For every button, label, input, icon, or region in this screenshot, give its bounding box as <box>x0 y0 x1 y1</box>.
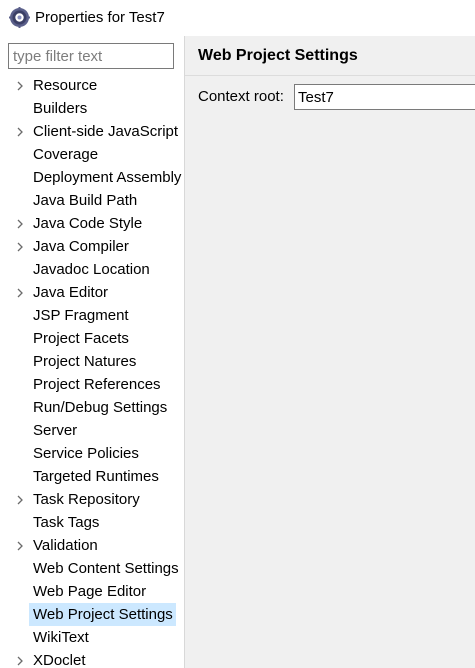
tree-item-project-facets[interactable]: Project Facets <box>0 327 184 350</box>
tree-item-label: Client-side JavaScript <box>33 123 179 140</box>
tree-item-label: Java Code Style <box>33 215 143 232</box>
tree-item-java-build-path[interactable]: Java Build Path <box>0 189 184 212</box>
tree-item-coverage[interactable]: Coverage <box>0 143 184 166</box>
page-header: Web Project Settings <box>185 36 475 76</box>
chevron-right-icon[interactable] <box>15 288 25 298</box>
tree-item-web-page-editor[interactable]: Web Page Editor <box>0 580 184 603</box>
filter-input[interactable] <box>8 43 174 69</box>
tree-item-label: Targeted Runtimes <box>33 468 159 485</box>
tree-item-label-area: Task Tags <box>29 511 176 534</box>
tree-item-web-content-settings[interactable]: Web Content Settings <box>0 557 184 580</box>
tree-item-label-area: XDoclet <box>29 649 176 668</box>
tree-item-label-area: Project Facets <box>29 327 176 350</box>
tree-item-xdoclet[interactable]: XDoclet <box>0 649 184 668</box>
tree-item-label-area: Web Content Settings <box>29 557 179 580</box>
tree-item-label-area: Builders <box>29 97 176 120</box>
tree-item-label: Web Page Editor <box>33 583 147 600</box>
tree-item-label: Coverage <box>33 146 99 163</box>
tree-item-label-area: Project References <box>29 373 176 396</box>
tree-item-label-area: Web Page Editor <box>29 580 176 603</box>
tree-item-label: Task Repository <box>33 491 140 508</box>
tree-item-label: Project Facets <box>33 330 129 347</box>
tree-item-label: Service Policies <box>33 445 139 462</box>
tree-item-label-area: JSP Fragment <box>29 304 176 327</box>
tree-item-label-area: Java Build Path <box>29 189 176 212</box>
tree-item-label: Deployment Assembly <box>33 169 182 186</box>
context-root-input[interactable] <box>294 84 475 110</box>
tree-item-label-area: Resource <box>29 74 176 97</box>
tree-item-project-references[interactable]: Project References <box>0 373 184 396</box>
tree-item-label-area: Java Code Style <box>29 212 176 235</box>
tree-item-label: Java Build Path <box>33 192 138 209</box>
chevron-right-icon[interactable] <box>15 127 25 137</box>
tree-item-java-code-style[interactable]: Java Code Style <box>0 212 184 235</box>
tree-item-label: Resource <box>33 77 98 94</box>
tree-item-label-area: Coverage <box>29 143 176 166</box>
tree-item-deployment-assembly[interactable]: Deployment Assembly <box>0 166 184 189</box>
tree-item-label-area: Javadoc Location <box>29 258 176 281</box>
chevron-right-icon[interactable] <box>15 656 25 666</box>
property-page-tree: Resource Builders Client-side JavaScript Co… <box>0 74 184 668</box>
tree-item-label: Builders <box>33 100 88 117</box>
tree-item-client-side-javascript[interactable]: Client-side JavaScript <box>0 120 184 143</box>
tree-item-run-debug-settings[interactable]: Run/Debug Settings <box>0 396 184 419</box>
title-bar: Properties for Test7 <box>0 0 475 36</box>
tree-item-label: XDoclet <box>33 652 86 668</box>
tree-item-label: Project Natures <box>33 353 137 370</box>
tree-item-label: Validation <box>33 537 98 554</box>
context-root-label: Context root: <box>198 88 284 105</box>
page-title: Web Project Settings <box>198 47 358 64</box>
window-title: Properties for Test7 <box>35 9 165 26</box>
tree-item-label: JSP Fragment <box>33 307 129 324</box>
tree-item-java-editor[interactable]: Java Editor <box>0 281 184 304</box>
tree-item-service-policies[interactable]: Service Policies <box>0 442 184 465</box>
property-page-content: Web Project Settings Context root: <box>185 36 475 668</box>
tree-item-label-area: Run/Debug Settings <box>29 396 176 419</box>
tree-item-label: Project References <box>33 376 161 393</box>
tree-item-label-area: Server <box>29 419 176 442</box>
tree-item-label-area: Client-side JavaScript <box>29 120 179 143</box>
tree-item-targeted-runtimes[interactable]: Targeted Runtimes <box>0 465 184 488</box>
tree-item-web-project-settings[interactable]: Web Project Settings <box>0 603 184 626</box>
tree-item-label-area: Targeted Runtimes <box>29 465 176 488</box>
tree-item-label-area: WikiText <box>29 626 176 649</box>
chevron-right-icon[interactable] <box>15 495 25 505</box>
tree-item-validation[interactable]: Validation <box>0 534 184 557</box>
property-navigation-pane: Resource Builders Client-side JavaScript Co… <box>0 36 184 668</box>
tree-item-label: Run/Debug Settings <box>33 399 168 416</box>
tree-item-label-area: Web Project Settings <box>29 603 176 626</box>
tree-item-label: Web Content Settings <box>33 560 179 577</box>
tree-item-label: Java Compiler <box>33 238 129 255</box>
tree-item-jsp-fragment[interactable]: JSP Fragment <box>0 304 184 327</box>
tree-item-label-area: Java Editor <box>29 281 176 304</box>
tree-item-label-area: Service Policies <box>29 442 176 465</box>
tree-item-label: Task Tags <box>33 514 100 531</box>
tree-item-server[interactable]: Server <box>0 419 184 442</box>
tree-item-java-compiler[interactable]: Java Compiler <box>0 235 184 258</box>
tree-item-label: Server <box>33 422 78 439</box>
tree-item-task-repository[interactable]: Task Repository <box>0 488 184 511</box>
tree-item-label: WikiText <box>33 629 89 646</box>
tree-item-task-tags[interactable]: Task Tags <box>0 511 184 534</box>
tree-item-builders[interactable]: Builders <box>0 97 184 120</box>
tree-item-label-area: Task Repository <box>29 488 176 511</box>
chevron-right-icon[interactable] <box>15 219 25 229</box>
tree-item-javadoc-location[interactable]: Javadoc Location <box>0 258 184 281</box>
gear-cog-icon <box>9 7 30 28</box>
chevron-right-icon[interactable] <box>15 541 25 551</box>
chevron-right-icon[interactable] <box>15 242 25 252</box>
tree-item-label: Java Editor <box>33 284 109 301</box>
tree-item-label-area: Project Natures <box>29 350 176 373</box>
tree-item-project-natures[interactable]: Project Natures <box>0 350 184 373</box>
tree-item-wikitext[interactable]: WikiText <box>0 626 184 649</box>
tree-item-label-area: Validation <box>29 534 176 557</box>
chevron-right-icon[interactable] <box>15 81 25 91</box>
tree-item-label-area: Java Compiler <box>29 235 176 258</box>
tree-item-resource[interactable]: Resource <box>0 74 184 97</box>
tree-item-label-area: Deployment Assembly <box>29 166 181 189</box>
tree-item-label: Web Project Settings <box>33 606 173 623</box>
tree-item-label: Javadoc Location <box>33 261 150 278</box>
